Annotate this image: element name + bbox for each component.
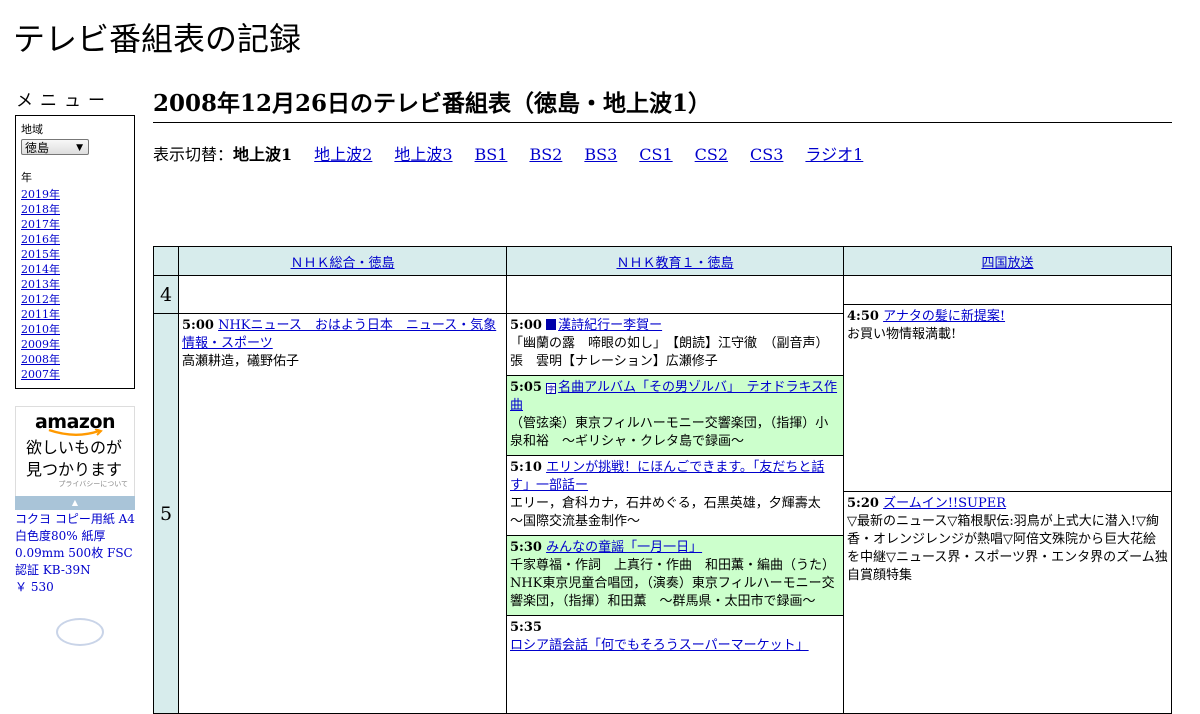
program-time: 5:05 — [510, 380, 542, 395]
empty-slot — [844, 276, 1171, 305]
program-desc: 千家尊福・作詞 上真行・作曲 和田薫・編曲（うた）NHK東京児童合唱団，（演奏）… — [510, 558, 836, 609]
ad-scroll-bar[interactable]: ▲ — [15, 496, 135, 510]
ad-product-image[interactable] — [56, 618, 104, 646]
program-time: 5:00 — [510, 318, 542, 333]
program: 5:05 字名曲アルバム「その男ゾルバ」 テオドラキス作曲 （管弦楽）東京フィル… — [507, 376, 843, 456]
switch-link[interactable]: 地上波2 — [314, 145, 372, 164]
year-link[interactable]: 2017年 — [21, 218, 60, 231]
empty-slot — [506, 275, 844, 314]
channel-link[interactable]: ＮＨＫ教育１・徳島 — [616, 256, 733, 271]
hour-cell: 4 — [153, 275, 179, 314]
year-link[interactable]: 2019年 — [21, 188, 60, 201]
schedule-table: ＮＨＫ総合・徳島 ＮＨＫ教育１・徳島 四国放送 4 4:50 アナタの髪に新提案… — [153, 246, 1172, 714]
program: 5:00 漢詩紀行ー李賀ー 「幽蘭の露 啼眼の如し」 【朗読】江守徹 （副音声）… — [507, 314, 843, 376]
chevron-up-icon: ▲ — [71, 498, 79, 507]
switch-current: 地上波1 — [233, 145, 293, 164]
program-time: 5:35 — [510, 620, 542, 635]
channel-column: 4:50 アナタの髪に新提案! お買い物情報満載! 5:20 ズームイン!!SU… — [843, 275, 1172, 714]
amazon-logo: amazon — [34, 411, 116, 433]
switch-label: 表示切替： — [153, 145, 234, 164]
amazon-ad-banner[interactable]: amazon 欲しいものが 見つかります プライバシーについて — [15, 406, 135, 510]
program-time: 5:20 — [847, 496, 879, 511]
region-select[interactable]: 徳島 ▼ — [21, 139, 89, 155]
channel-header: ＮＨＫ教育１・徳島 — [506, 246, 844, 276]
year-link[interactable]: 2015年 — [21, 248, 60, 261]
bilingual-icon: 字 — [546, 383, 557, 394]
program-title[interactable]: 名曲アルバム「その男ゾルバ」 テオドラキス作曲 — [510, 380, 837, 413]
program-title[interactable]: エリンが挑戦！にほんごできます。「友だちと話す」一部話ー — [510, 460, 824, 493]
menu-box: 地域 徳島 ▼ 年 2019年 2018年 2017年 2016年 2015年 … — [15, 115, 135, 389]
region-label: 地域 — [21, 123, 43, 136]
program: 5:00 NHKニュース おはよう日本 ニュース・気象情報・スポーツ 高瀬耕造，… — [179, 314, 506, 373]
program-title[interactable]: ロシア語会話「何でもそろうスーパーマーケット」 — [510, 638, 809, 653]
program-time: 5:30 — [510, 540, 542, 555]
program: 5:35 ロシア語会話「何でもそろうスーパーマーケット」 — [507, 616, 843, 657]
year-list: 2019年 2018年 2017年 2016年 2015年 2014年 2013… — [21, 187, 129, 382]
switch-link[interactable]: CS3 — [750, 145, 783, 164]
chevron-down-icon: ▼ — [76, 143, 83, 153]
switch-link[interactable]: CS2 — [695, 145, 728, 164]
channel-column: 5:00 NHKニュース おはよう日本 ニュース・気象情報・スポーツ 高瀬耕造，… — [178, 313, 507, 714]
program: 5:30 みんなの童謡「一月一日」 千家尊福・作詞 上真行・作曲 和田薫・編曲（… — [507, 536, 843, 616]
program-title[interactable]: アナタの髪に新提案! — [883, 309, 1005, 324]
channel-column: 5:00 漢詩紀行ー李賀ー 「幽蘭の露 啼眼の如し」 【朗読】江守徹 （副音声）… — [506, 313, 844, 714]
program: 5:20 ズームイン!!SUPER ▽最新のニュース▽箱根駅伝:羽鳥が上式大に潜… — [844, 492, 1171, 587]
program-title[interactable]: みんなの童謡「一月一日」 — [546, 540, 702, 555]
data-broadcast-icon — [546, 319, 557, 330]
ad-product[interactable]: コクヨ コピー用紙 A4 白色度80% 紙厚 0.09mm 500枚 FSC認証… — [15, 511, 137, 596]
year-link[interactable]: 2011年 — [21, 308, 60, 321]
year-link[interactable]: 2013年 — [21, 278, 60, 291]
switch-link[interactable]: BS3 — [584, 145, 617, 164]
program-desc: （管弦楽）東京フィルハーモニー交響楽団，（指揮）小泉和裕 ～ギリシャ・クレタ島で… — [510, 416, 829, 449]
switch-link[interactable]: 地上波3 — [394, 145, 452, 164]
switch-link[interactable]: BS2 — [529, 145, 562, 164]
program-desc: 高瀬耕造，礒野佑子 — [182, 354, 300, 369]
switch-link[interactable]: CS1 — [639, 145, 672, 164]
display-switch: 表示切替：地上波1 地上波2 地上波3 BS1 BS2 BS3 CS1 CS2 CS3 ラジオ1 — [153, 141, 1172, 165]
channel-header: ＮＨＫ総合・徳島 — [178, 246, 507, 276]
program-time: 5:10 — [510, 460, 542, 475]
program-desc: エリー，倉科カナ，石井めぐる，石黒英雄，夕輝壽太 ～国際交流基金制作～ — [510, 496, 834, 529]
year-link[interactable]: 2010年 — [21, 323, 60, 336]
program-title[interactable]: NHKニュース おはよう日本 ニュース・気象情報・スポーツ — [182, 318, 496, 351]
program-desc: ▽最新のニュース▽箱根駅伝:羽鳥が上式大に潜入!▽絢香・オレンジレンジが熱唱▽阿… — [847, 514, 1168, 583]
region-select-value: 徳島 — [25, 141, 50, 155]
year-link[interactable]: 2018年 — [21, 203, 60, 216]
switch-link[interactable]: BS1 — [475, 145, 508, 164]
page-heading: 2008年12月26日のテレビ番組表（徳島・地上波1） — [153, 80, 1172, 123]
menu-title: メニュー — [16, 91, 112, 111]
channel-link[interactable]: ＮＨＫ総合・徳島 — [290, 256, 394, 271]
ad-tagline-2: 見つかります — [26, 460, 123, 479]
channel-header: 四国放送 — [843, 246, 1172, 276]
site-title: テレビ番組表の記録 — [13, 20, 302, 58]
corner-cell — [153, 246, 179, 276]
year-link[interactable]: 2007年 — [21, 368, 60, 381]
program-desc: お買い物情報満載! — [847, 327, 957, 342]
program-time: 5:00 — [182, 318, 214, 333]
hour-cell: 5 — [153, 313, 179, 714]
program: 5:10 エリンが挑戦！にほんごできます。「友だちと話す」一部話ー エリー，倉科… — [507, 456, 843, 536]
year-label: 年 — [21, 171, 32, 184]
program-title[interactable]: 漢詩紀行ー李賀ー — [558, 318, 662, 333]
switch-link[interactable]: ラジオ1 — [805, 145, 863, 164]
empty-slot — [178, 275, 507, 314]
year-link[interactable]: 2016年 — [21, 233, 60, 246]
program-time: 4:50 — [847, 309, 879, 324]
program-title[interactable]: ズームイン!!SUPER — [883, 496, 1006, 511]
year-link[interactable]: 2012年 — [21, 293, 60, 306]
ad-product-price: ￥ 530 — [15, 580, 54, 594]
channel-link[interactable]: 四国放送 — [981, 256, 1033, 271]
year-link[interactable]: 2008年 — [21, 353, 60, 366]
main-content: 2008年12月26日のテレビ番組表（徳島・地上波1） 表示切替：地上波1 地上波… — [153, 80, 1172, 165]
ad-tagline-1: 欲しいものが — [26, 438, 123, 457]
sidebar: メニュー 地域 徳島 ▼ 年 2019年 2018年 2017年 2016年 2… — [15, 86, 135, 389]
year-link[interactable]: 2009年 — [21, 338, 60, 351]
year-link[interactable]: 2014年 — [21, 263, 60, 276]
program-desc: 「幽蘭の露 啼眼の如し」 【朗読】江守徹 （副音声）張 雲明【ナレーション】広瀬… — [510, 336, 829, 369]
program: 4:50 アナタの髪に新提案! お買い物情報満載! — [844, 305, 1171, 492]
ad-product-title[interactable]: コクヨ コピー用紙 A4 白色度80% 紙厚 0.09mm 500枚 FSC認証… — [15, 511, 137, 579]
